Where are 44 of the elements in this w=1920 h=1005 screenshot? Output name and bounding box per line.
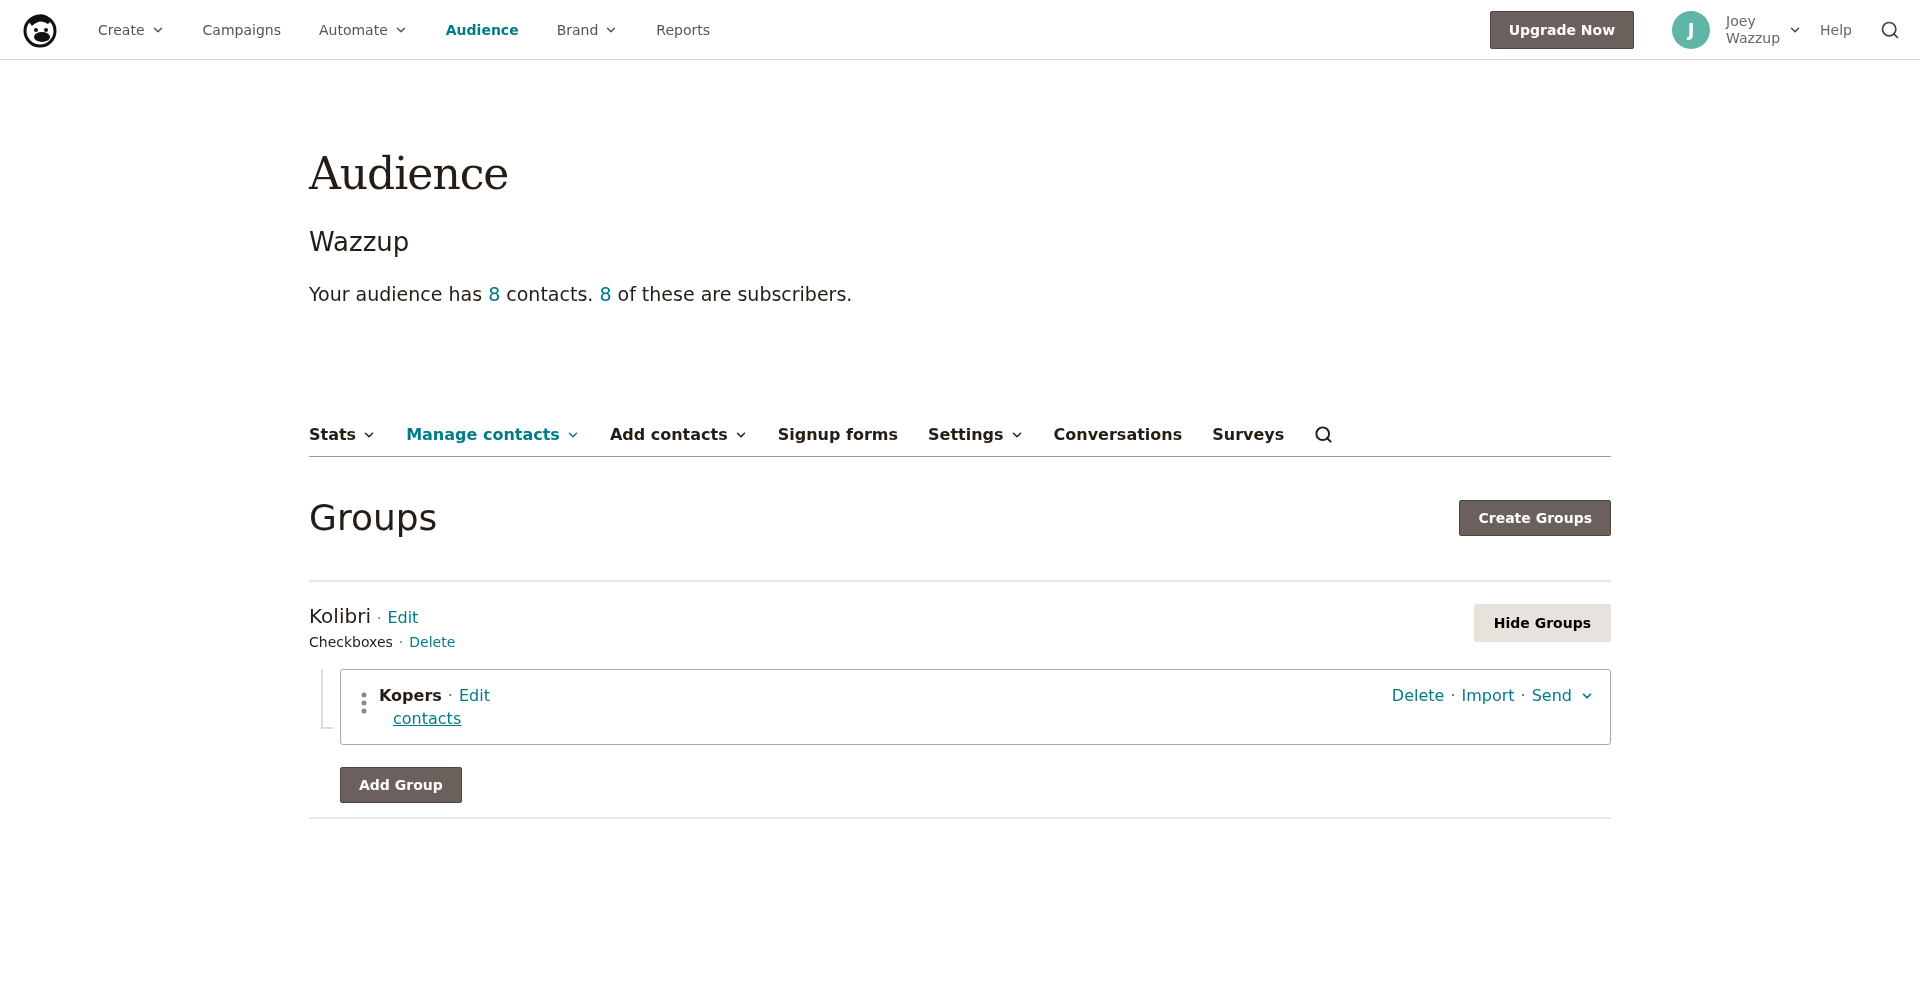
- contacts-link[interactable]: contacts: [393, 709, 462, 728]
- nav-link[interactable]: Reports: [656, 21, 711, 38]
- group-action-link[interactable]: Send: [1531, 686, 1572, 705]
- audience-summary: Your audience has 8 contacts. 8 of these are subscribers.: [309, 283, 854, 305]
- separator-dot: ·: [447, 686, 453, 705]
- search-icon[interactable]: [1314, 425, 1334, 444]
- audience-tab[interactable]: Stats: [309, 425, 377, 444]
- edit-link[interactable]: Edit: [458, 686, 490, 705]
- category-type: Checkboxes: [309, 634, 393, 650]
- contacts-count-link[interactable]: 8: [488, 283, 501, 305]
- separator-dot: ·: [1520, 686, 1526, 705]
- hide-groups-button[interactable]: Hide Groups: [1473, 604, 1611, 642]
- upgrade-button[interactable]: Upgrade Now: [1489, 10, 1635, 49]
- nav-link[interactable]: Automate: [318, 21, 408, 38]
- nav-link[interactable]: Brand: [556, 21, 619, 38]
- create-groups-button[interactable]: Create Groups: [1459, 499, 1611, 536]
- audience-tab[interactable]: Conversations: [1053, 425, 1183, 444]
- audience-tab[interactable]: Signup forms: [777, 425, 899, 444]
- section-title: Groups: [309, 497, 438, 538]
- drag-handle-icon[interactable]: [361, 692, 367, 714]
- user-name[interactable]: Joey Wazzup: [1726, 12, 1781, 47]
- audience-tab[interactable]: Settings: [928, 425, 1024, 444]
- separator-dot: ·: [398, 634, 404, 650]
- nav-link[interactable]: Campaigns: [202, 21, 281, 38]
- contacts-count-link[interactable]: 8: [599, 283, 612, 305]
- audience-name: Wazzup: [309, 227, 411, 257]
- delete-link[interactable]: Delete: [409, 634, 456, 650]
- search-icon[interactable]: [1880, 19, 1900, 40]
- group-name: Kopers: [379, 686, 442, 705]
- group-action-link[interactable]: Import: [1461, 686, 1515, 705]
- audience-tab[interactable]: Surveys: [1212, 425, 1285, 444]
- group-category-name: Kolibri: [309, 604, 371, 628]
- edit-link[interactable]: Edit: [387, 608, 419, 627]
- audience-tab[interactable]: Manage contacts: [406, 425, 580, 444]
- audience-tab[interactable]: Add contacts: [609, 425, 748, 444]
- separator-dot: ·: [1450, 686, 1456, 705]
- separator-dot: ·: [376, 610, 382, 626]
- tree-connector-line: [321, 669, 333, 729]
- nav-link[interactable]: Create: [98, 21, 165, 38]
- nav-link[interactable]: Audience: [445, 21, 519, 38]
- add-group-button[interactable]: Add Group: [340, 767, 462, 803]
- help-link[interactable]: Help: [1820, 21, 1852, 38]
- page-title: Audience: [309, 148, 510, 199]
- group-action-link[interactable]: Delete: [1391, 686, 1445, 705]
